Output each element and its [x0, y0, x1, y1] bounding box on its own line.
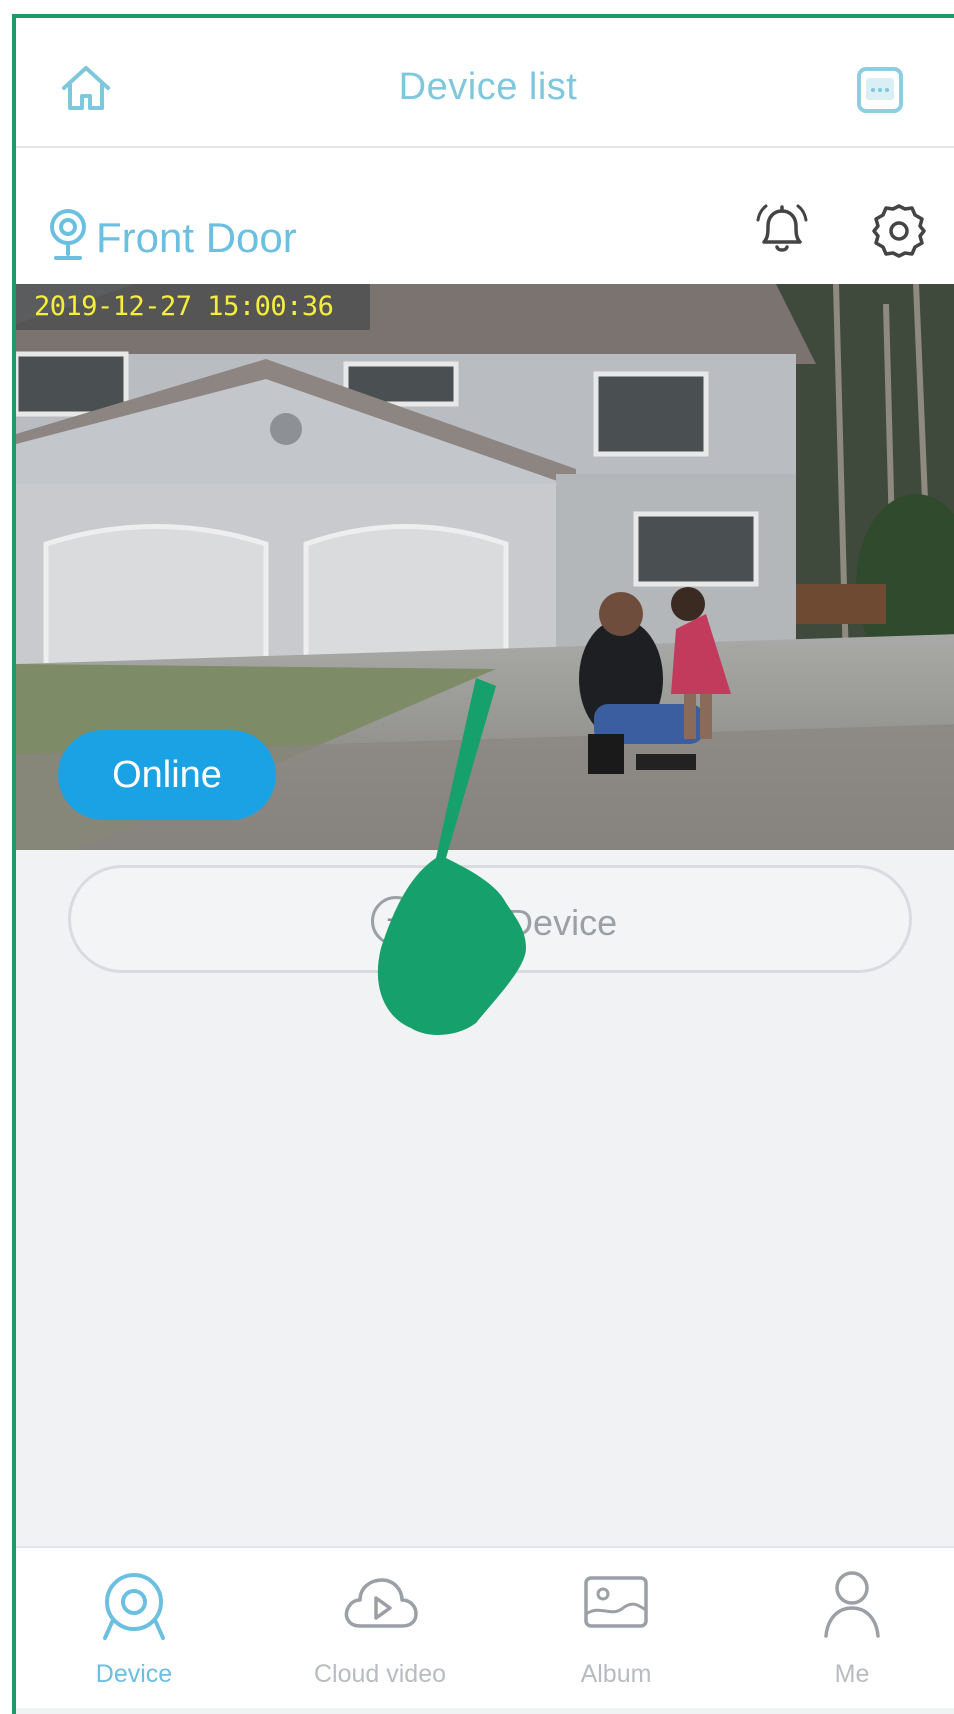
person-icon [824, 1571, 880, 1638]
tab-label: Me [834, 1660, 870, 1688]
camera-icon [46, 208, 90, 262]
tab-album[interactable]: Album [498, 1548, 734, 1698]
plus-icon: + [371, 896, 421, 946]
app-screen: Device list Front Door 2019-12-27 15:00:… [12, 14, 954, 1714]
tab-label: Device [95, 1660, 173, 1688]
top-bar: Device list [16, 18, 954, 148]
gear-icon[interactable] [868, 200, 930, 262]
bottom-nav: Device Cloud video Album Me [16, 1546, 954, 1708]
image-icon [584, 1576, 648, 1628]
camera-preview[interactable]: 2019-12-27 15:00:36 Online [16, 284, 954, 850]
cloud-play-icon [344, 1578, 418, 1628]
add-device-button[interactable]: + Add Device [68, 865, 912, 973]
tab-device[interactable]: Device [16, 1548, 252, 1698]
add-device-label: Add Device [433, 902, 618, 943]
tab-label: Album [580, 1660, 652, 1688]
video-timestamp: 2019-12-27 15:00:36 [16, 284, 370, 330]
tab-me[interactable]: Me [734, 1548, 954, 1698]
device-card-header: Front Door [16, 148, 954, 284]
webcam-icon [103, 1573, 165, 1640]
page-title: Device list [398, 66, 578, 108]
status-badge[interactable]: Online [58, 730, 276, 820]
menu-icon[interactable] [854, 64, 906, 116]
tab-cloud-video[interactable]: Cloud video [262, 1548, 498, 1698]
tab-label: Cloud video [313, 1660, 447, 1688]
bell-icon[interactable] [750, 198, 814, 262]
device-name[interactable]: Front Door [96, 214, 297, 262]
